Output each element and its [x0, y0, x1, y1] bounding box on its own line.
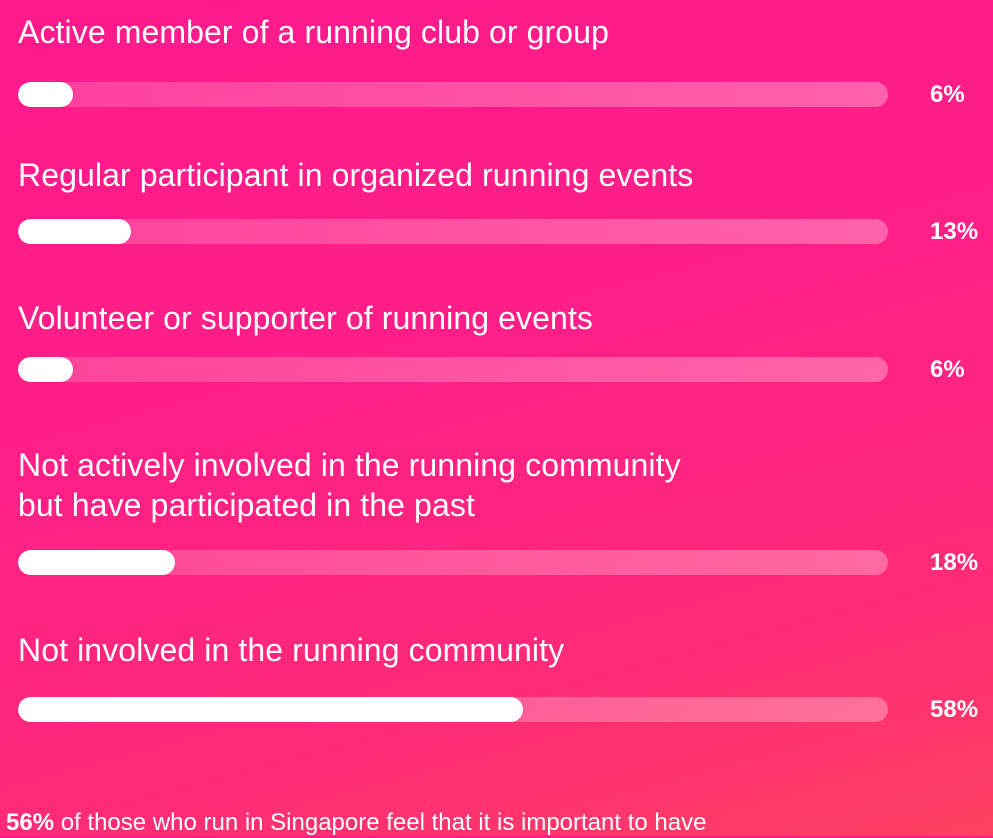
category-label: Regular participant in organized running…: [18, 157, 694, 193]
footnote: 56% of those who run in Singapore feel t…: [6, 808, 706, 838]
category-label: but have participated in the past: [18, 487, 475, 523]
bar-track: [18, 550, 888, 575]
bar-track: [18, 82, 888, 107]
bar-track: [18, 357, 888, 382]
data-label: 6%: [930, 81, 965, 108]
category-label: Volunteer or supporter of running events: [18, 300, 594, 336]
data-label: 58%: [930, 696, 979, 723]
footnote-highlight: 56%: [6, 809, 55, 836]
data-label: 18%: [930, 549, 979, 576]
category-label: Active member of a running club or group: [18, 14, 609, 50]
community-involvement-chart: Active member of a running club or group…: [0, 0, 993, 836]
bar: [18, 697, 523, 722]
bar: [18, 219, 132, 244]
bar: [18, 82, 73, 107]
category-label: Not actively involved in the running com…: [18, 447, 681, 483]
footnote-text: of those who run in Singapore feel that …: [54, 809, 707, 836]
bar: [18, 357, 73, 382]
bar-track: [18, 219, 888, 244]
bar-track: [18, 697, 888, 722]
category-label: Not involved in the running community: [18, 632, 565, 668]
bar: [18, 550, 175, 575]
data-label: 13%: [930, 218, 979, 245]
data-label: 6%: [930, 356, 965, 383]
